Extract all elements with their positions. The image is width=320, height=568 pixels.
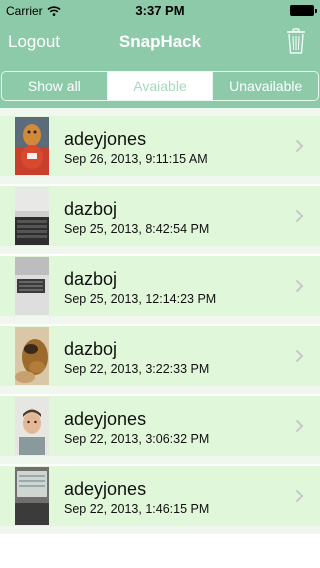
snap-date: Sep 25, 2013, 8:42:54 PM — [64, 222, 210, 236]
segment-unavailable[interactable]: Unavailable — [213, 72, 318, 100]
chevron-right-icon — [295, 139, 304, 153]
row-separator — [0, 386, 320, 394]
row-separator — [0, 176, 320, 184]
chevron-right-icon — [295, 419, 304, 433]
snap-date: Sep 22, 2013, 1:46:15 PM — [64, 502, 210, 516]
row-separator — [0, 316, 320, 324]
snap-date: Sep 25, 2013, 12:14:23 PM — [64, 292, 217, 306]
list-item[interactable]: dazboj Sep 22, 2013, 3:22:33 PM — [0, 326, 320, 386]
header: Carrier 3:37 PM Logout SnapHack Show all… — [0, 0, 320, 108]
sender-name: adeyjones — [64, 129, 147, 149]
snap-date: Sep 26, 2013, 9:11:15 AM — [64, 152, 208, 166]
list-item[interactable]: adeyjones Sep 26, 2013, 9:11:15 AM — [0, 116, 320, 176]
screen-photo-thumbnail — [15, 467, 49, 525]
chevron-right-icon — [295, 209, 304, 223]
page-title: SnapHack — [118, 32, 202, 51]
list-item[interactable]: adeyjones Sep 22, 2013, 3:06:32 PM — [0, 396, 320, 456]
snap-date: Sep 22, 2013, 3:06:32 PM — [64, 432, 210, 446]
laptop-photo-thumbnail — [15, 257, 49, 315]
row-separator — [0, 246, 320, 254]
sender-name: dazboj — [64, 199, 118, 219]
segment-show-all[interactable]: Show all — [2, 72, 108, 100]
keyboard-photo-thumbnail — [15, 187, 49, 245]
sender-name: dazboj — [64, 269, 118, 289]
chevron-right-icon — [295, 279, 304, 293]
navigation-bar: Logout SnapHack — [0, 20, 320, 64]
chevron-right-icon — [295, 489, 304, 503]
filter-segmented-control: Show all Avaiable Unavailable — [1, 71, 319, 101]
segment-available[interactable]: Avaiable — [107, 72, 214, 100]
chevron-right-icon — [295, 349, 304, 363]
snap-list: adeyjones Sep 26, 2013, 9:11:15 AM dazbo… — [0, 108, 320, 568]
sender-name: dazboj — [64, 339, 118, 359]
selfie-photo-thumbnail — [15, 397, 49, 455]
trash-icon[interactable] — [286, 28, 306, 54]
row-separator — [0, 526, 320, 534]
battery-icon — [290, 5, 317, 16]
mascot-photo-thumbnail — [15, 117, 49, 175]
list-item[interactable]: dazboj Sep 25, 2013, 12:14:23 PM — [0, 256, 320, 316]
sender-name: adeyjones — [64, 479, 147, 499]
status-bar: Carrier 3:37 PM — [0, 0, 320, 20]
row-separator — [0, 108, 320, 116]
list-item[interactable]: adeyjones Sep 22, 2013, 1:46:15 PM — [0, 466, 320, 526]
row-separator — [0, 456, 320, 464]
plush-toy-photo-thumbnail — [15, 327, 49, 385]
sender-name: adeyjones — [64, 409, 147, 429]
status-time: 3:37 PM — [135, 3, 185, 18]
list-item[interactable]: dazboj Sep 25, 2013, 8:42:54 PM — [0, 186, 320, 246]
snap-date: Sep 22, 2013, 3:22:33 PM — [64, 362, 210, 376]
